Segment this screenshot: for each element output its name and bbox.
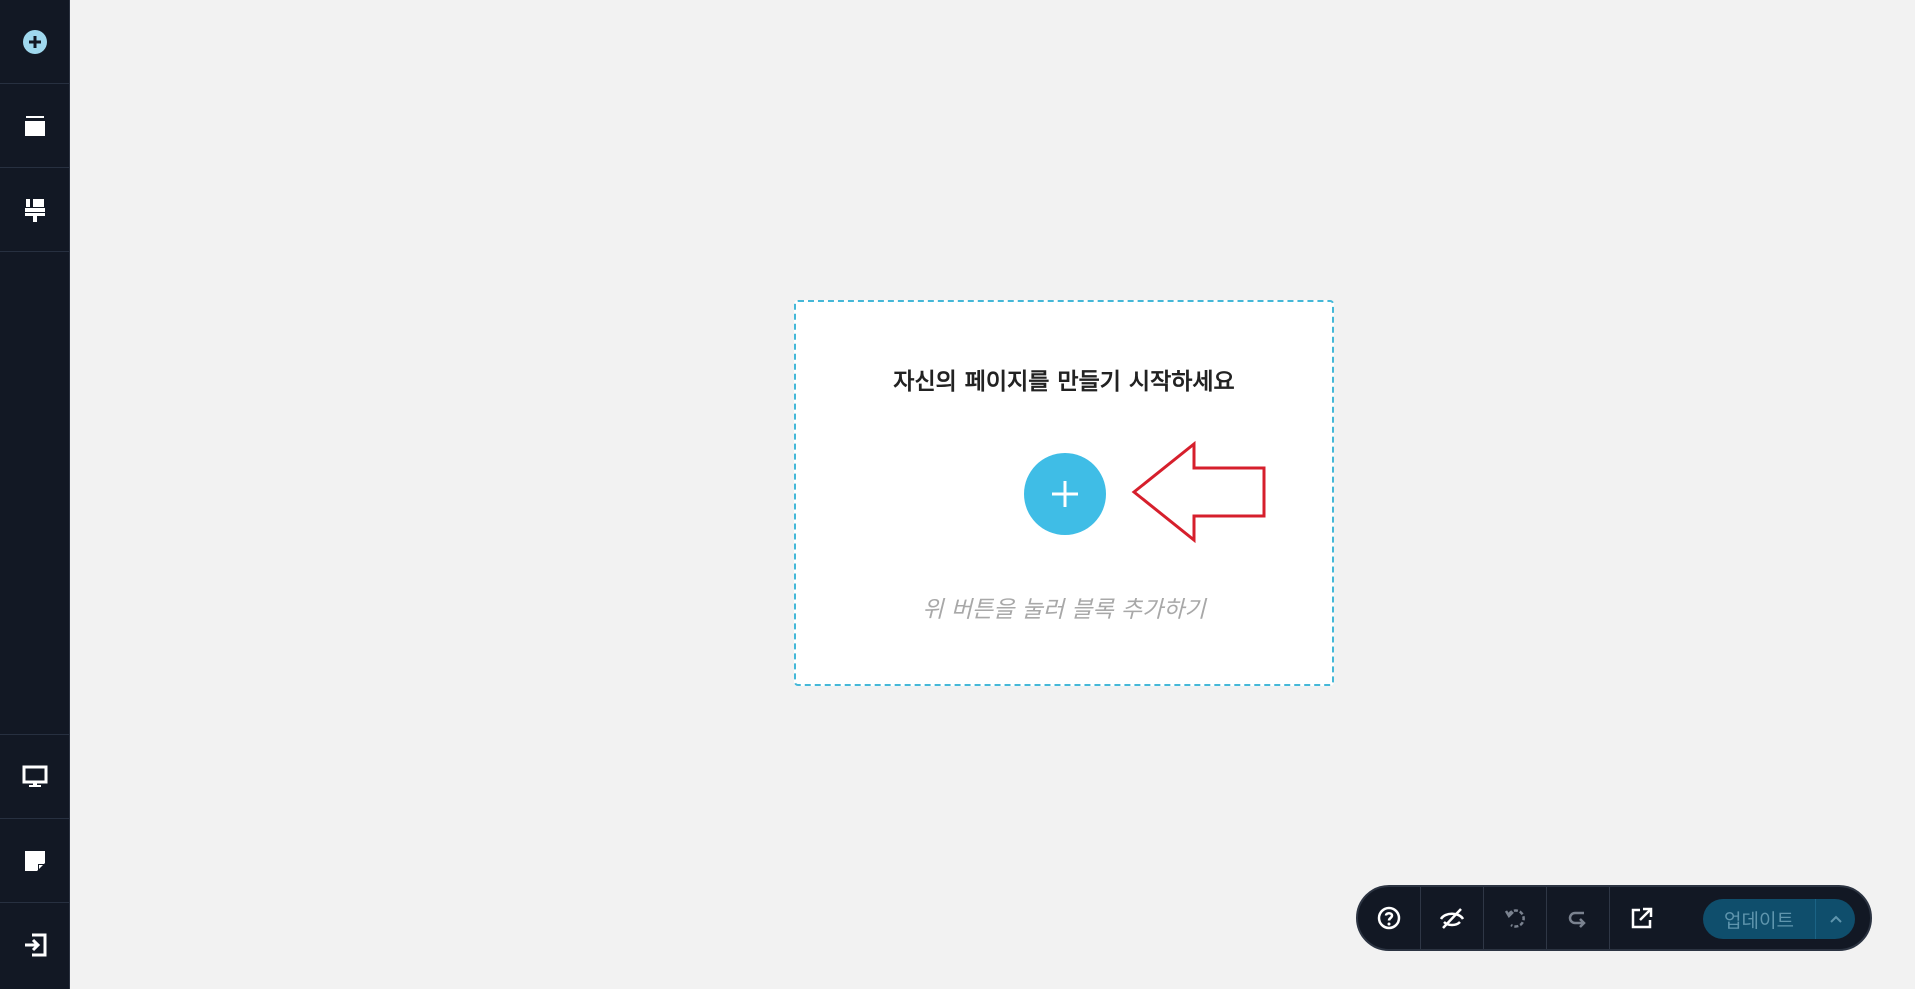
undo-button[interactable] xyxy=(1484,887,1547,949)
help-icon xyxy=(1377,906,1401,930)
bottom-toolbar: 업데이트 xyxy=(1356,885,1872,951)
desktop-icon xyxy=(22,765,47,787)
add-circle-icon xyxy=(22,29,47,54)
sidebar-exit-button[interactable] xyxy=(0,902,69,986)
update-button[interactable]: 업데이트 xyxy=(1703,906,1815,933)
exit-icon xyxy=(24,933,46,956)
redo-button[interactable] xyxy=(1547,887,1610,949)
sidebar-responsive-button[interactable] xyxy=(0,734,69,818)
eye-off-icon xyxy=(1439,908,1465,929)
sidebar-add-block-button[interactable] xyxy=(0,0,69,84)
help-button[interactable] xyxy=(1358,887,1421,949)
dropzone-heading: 자신의 페이지를 만들기 시작하세요 xyxy=(893,369,1235,395)
sidebar-style-button[interactable] xyxy=(0,168,69,252)
redo-icon xyxy=(1568,911,1586,928)
layers-icon xyxy=(24,115,45,136)
paint-brush-icon xyxy=(24,198,45,222)
annotation-arrow-icon xyxy=(1131,440,1266,544)
editor-canvas: 자신의 페이지를 만들기 시작하세요 위 버튼을 눌러 블록 추가하기 xyxy=(70,0,1915,989)
dropzone-hint: 위 버튼을 눌러 블록 추가하기 xyxy=(922,597,1206,623)
open-in-new-tab-button[interactable] xyxy=(1610,887,1673,949)
chevron-up-icon xyxy=(1829,915,1842,923)
preview-toggle-button[interactable] xyxy=(1421,887,1484,949)
sidebar-layers-button[interactable] xyxy=(0,84,69,168)
empty-page-dropzone: 자신의 페이지를 만들기 시작하세요 위 버튼을 눌러 블록 추가하기 xyxy=(794,300,1334,686)
update-button-group: 업데이트 xyxy=(1703,899,1855,939)
add-block-button[interactable] xyxy=(1024,453,1106,535)
external-link-icon xyxy=(1631,907,1652,929)
editor-sidebar xyxy=(0,0,70,989)
sidebar-page-settings-button[interactable] xyxy=(0,818,69,902)
publish-options-button[interactable] xyxy=(1816,914,1855,924)
undo-icon xyxy=(1504,909,1525,928)
plus-icon xyxy=(1052,481,1078,507)
note-icon xyxy=(24,850,45,871)
